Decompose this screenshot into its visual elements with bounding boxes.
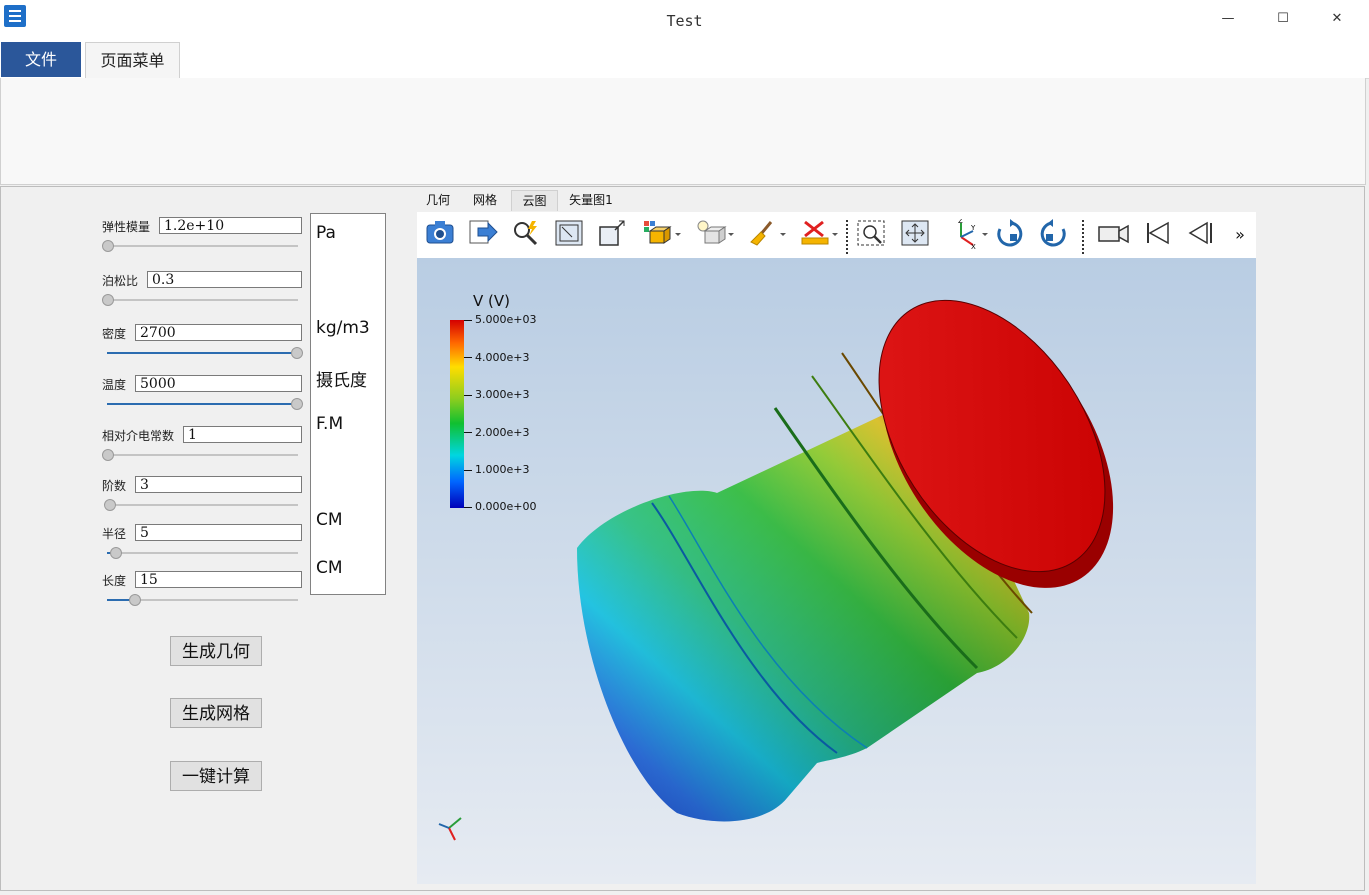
param-label-elastic-modulus: 弹性模量 [102,220,151,234]
tab-mesh[interactable]: 网格 [464,190,506,210]
window-title: Test [666,12,703,30]
delete-measure-icon[interactable] [799,219,838,251]
generate-geometry-button[interactable]: 生成几何 [170,636,262,666]
param-label-temperature: 温度 [102,378,127,392]
tab-vector-plot[interactable]: 矢量图1 [563,190,619,210]
viewer-toolbar: Z Y X » [417,212,1256,258]
param-label-length: 长度 [102,574,127,588]
export-icon[interactable] [466,219,500,251]
permittivity-input[interactable]: 1 [183,426,302,443]
units-panel: Pa kg/m3 摄氏度 F.M CM CM [310,213,386,595]
order-slider[interactable] [104,499,298,511]
svg-text:Z: Z [958,219,963,225]
fit-all-icon[interactable] [898,219,932,251]
zoom-window-icon[interactable] [854,219,888,251]
unit-fm: F.M [316,414,344,434]
contour-model [438,299,1114,841]
camera-icon[interactable] [423,219,457,251]
param-label-radius: 半径 [102,527,127,541]
menu-page-tab[interactable]: 页面菜单 [85,42,180,78]
3d-viewport[interactable]: V (V) 5.000e+03 4.000e+3 3.000e+3 2.000e… [417,258,1256,884]
unit-kg-m3: kg/m3 [316,318,370,338]
first-frame-icon[interactable] [1141,219,1175,251]
unit-pa: Pa [316,223,336,243]
param-label-permittivity: 相对介电常数 [102,429,175,443]
param-label-order: 阶数 [102,479,127,493]
tab-geometry[interactable]: 几何 [417,190,459,210]
length-input[interactable]: 15 [135,571,302,588]
unit-celsius: 摄氏度 [316,371,367,391]
menu-bar: 文件 页面菜单 [0,40,1369,79]
toolbar-separator [846,220,848,254]
more-icon[interactable]: » [1229,219,1251,251]
menu-file-tab[interactable]: 文件 [1,42,81,77]
poisson-ratio-input[interactable]: 0.3 [147,271,302,288]
radius-slider[interactable] [107,547,298,559]
minimize-button[interactable]: — [1213,8,1243,30]
elastic-modulus-slider[interactable] [102,240,298,252]
temperature-slider[interactable] [107,398,303,410]
unit-cm-radius: CM [316,510,343,530]
order-input[interactable]: 3 [135,476,302,493]
ribbon-panel [0,78,1366,185]
rotate-cw-icon[interactable] [993,219,1027,251]
length-slider[interactable] [107,594,298,606]
resize-box-icon[interactable] [595,219,629,251]
elastic-modulus-input[interactable]: 1.2e+10 [159,217,302,234]
density-slider[interactable] [107,347,303,359]
fit-box-icon[interactable] [552,219,586,251]
zoom-magic-icon[interactable] [509,219,543,251]
radius-input[interactable]: 5 [135,524,302,541]
svg-text:X: X [971,243,976,249]
param-label-poisson-ratio: 泊松比 [102,274,139,288]
rotate-ccw-icon[interactable] [1036,219,1070,251]
display-mode-icon[interactable] [642,219,681,251]
density-input[interactable]: 2700 [135,324,302,341]
permittivity-slider[interactable] [102,449,298,461]
title-bar: Test — ☐ ✕ [0,0,1369,40]
light-icon[interactable] [695,219,734,251]
prev-frame-icon[interactable] [1185,219,1219,251]
poisson-ratio-slider[interactable] [102,294,298,306]
toolbar-separator [1082,220,1084,254]
generate-mesh-button[interactable]: 生成网格 [170,698,262,728]
temperature-input[interactable]: 5000 [135,375,302,392]
svg-text:Y: Y [970,224,976,232]
close-button[interactable]: ✕ [1322,8,1352,30]
tab-contour[interactable]: 云图 [511,190,558,211]
axis-orientation-icon[interactable]: Z Y X [949,217,988,251]
param-label-density: 密度 [102,327,127,341]
clean-brush-icon[interactable] [747,219,786,251]
compute-button[interactable]: 一键计算 [170,761,262,791]
camera-video-icon[interactable] [1097,219,1131,251]
unit-cm-length: CM [316,558,343,578]
maximize-button[interactable]: ☐ [1268,8,1298,30]
